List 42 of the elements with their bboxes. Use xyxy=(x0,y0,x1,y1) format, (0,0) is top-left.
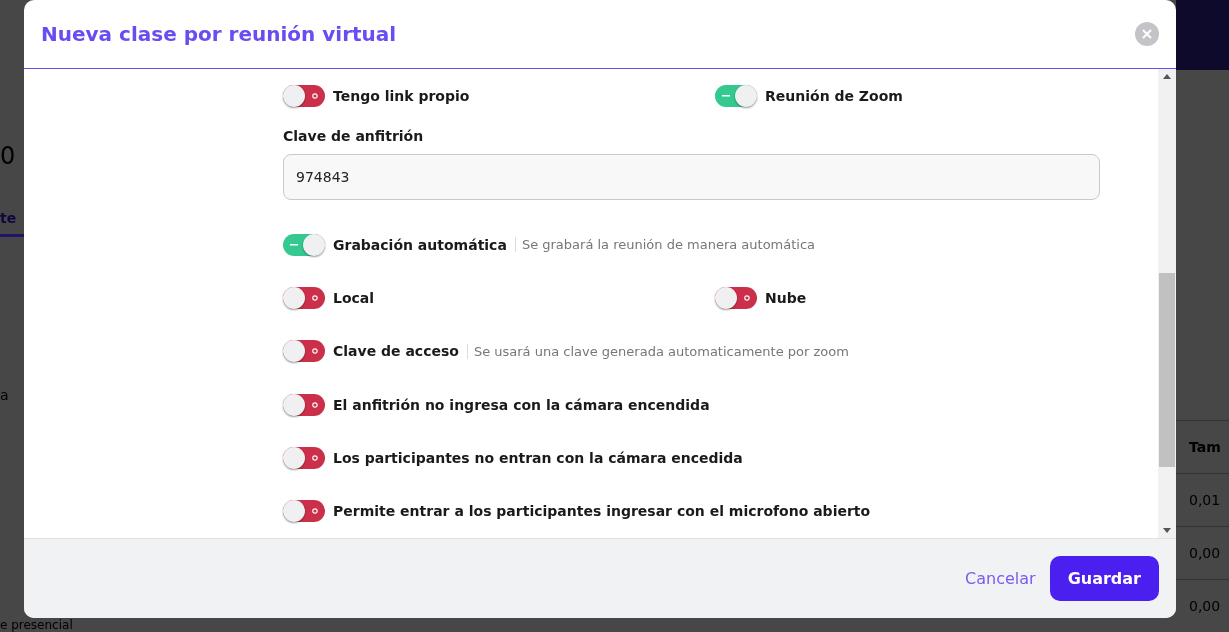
toggle-switch[interactable] xyxy=(283,446,325,469)
cancel-link[interactable]: Cancelar xyxy=(961,569,1040,588)
toggle-label: Grabación automática xyxy=(333,236,507,253)
toggle-label: El anfitrión no ingresa con la cámara encendida xyxy=(333,396,710,413)
toggle-label: Local xyxy=(333,289,375,306)
dash-icon xyxy=(290,243,298,246)
toggle-switch[interactable] xyxy=(715,84,757,107)
toggle-label: Clave de acceso xyxy=(333,343,459,360)
input-field[interactable]: 974843 xyxy=(283,154,1100,200)
toggle-label: Nube xyxy=(765,289,807,306)
toggle-switch[interactable] xyxy=(283,286,325,309)
toggle-label: Los participantes no entran con la cámara encedida xyxy=(333,449,743,466)
toggle-label: Reunión de Zoom xyxy=(765,87,903,104)
toggle-switch[interactable] xyxy=(283,340,325,363)
background-text: 0 xyxy=(0,142,16,170)
scrollbar[interactable] xyxy=(1158,69,1176,538)
circle-icon xyxy=(744,294,750,301)
circle-icon xyxy=(312,294,318,301)
close-icon xyxy=(1142,29,1152,39)
scrollbar-thumb[interactable] xyxy=(1159,273,1175,467)
background-text: a xyxy=(0,387,9,403)
circle-icon xyxy=(312,454,318,461)
circle-icon xyxy=(312,508,318,515)
header-band xyxy=(1176,0,1229,70)
background-text: te xyxy=(0,210,17,226)
toggle-switch[interactable] xyxy=(283,84,325,107)
circle-icon xyxy=(312,348,318,355)
dash-icon xyxy=(722,94,730,97)
dialog-title: Nueva clase por reunión virtual xyxy=(41,22,397,46)
hint-text: Se grabará la reunión de manera automática xyxy=(514,237,816,252)
toggle-label: Permite entrar a los participantes ingresar con el microfono abierto xyxy=(333,503,871,520)
toggle-switch[interactable] xyxy=(283,233,325,256)
toggle-switch[interactable] xyxy=(283,500,325,523)
hint-text: Se usará una clave generada automaticamente por zoom xyxy=(466,343,849,359)
circle-icon xyxy=(312,401,318,408)
field-label: Clave de anfitrión xyxy=(283,128,425,145)
circle-icon xyxy=(312,92,318,99)
toggle-switch[interactable] xyxy=(715,286,757,309)
save-button[interactable]: Guardar xyxy=(1049,556,1159,601)
toggle-label: Tengo link propio xyxy=(333,87,470,104)
background-text: e presencial xyxy=(0,618,73,632)
toggle-switch[interactable] xyxy=(283,393,325,416)
